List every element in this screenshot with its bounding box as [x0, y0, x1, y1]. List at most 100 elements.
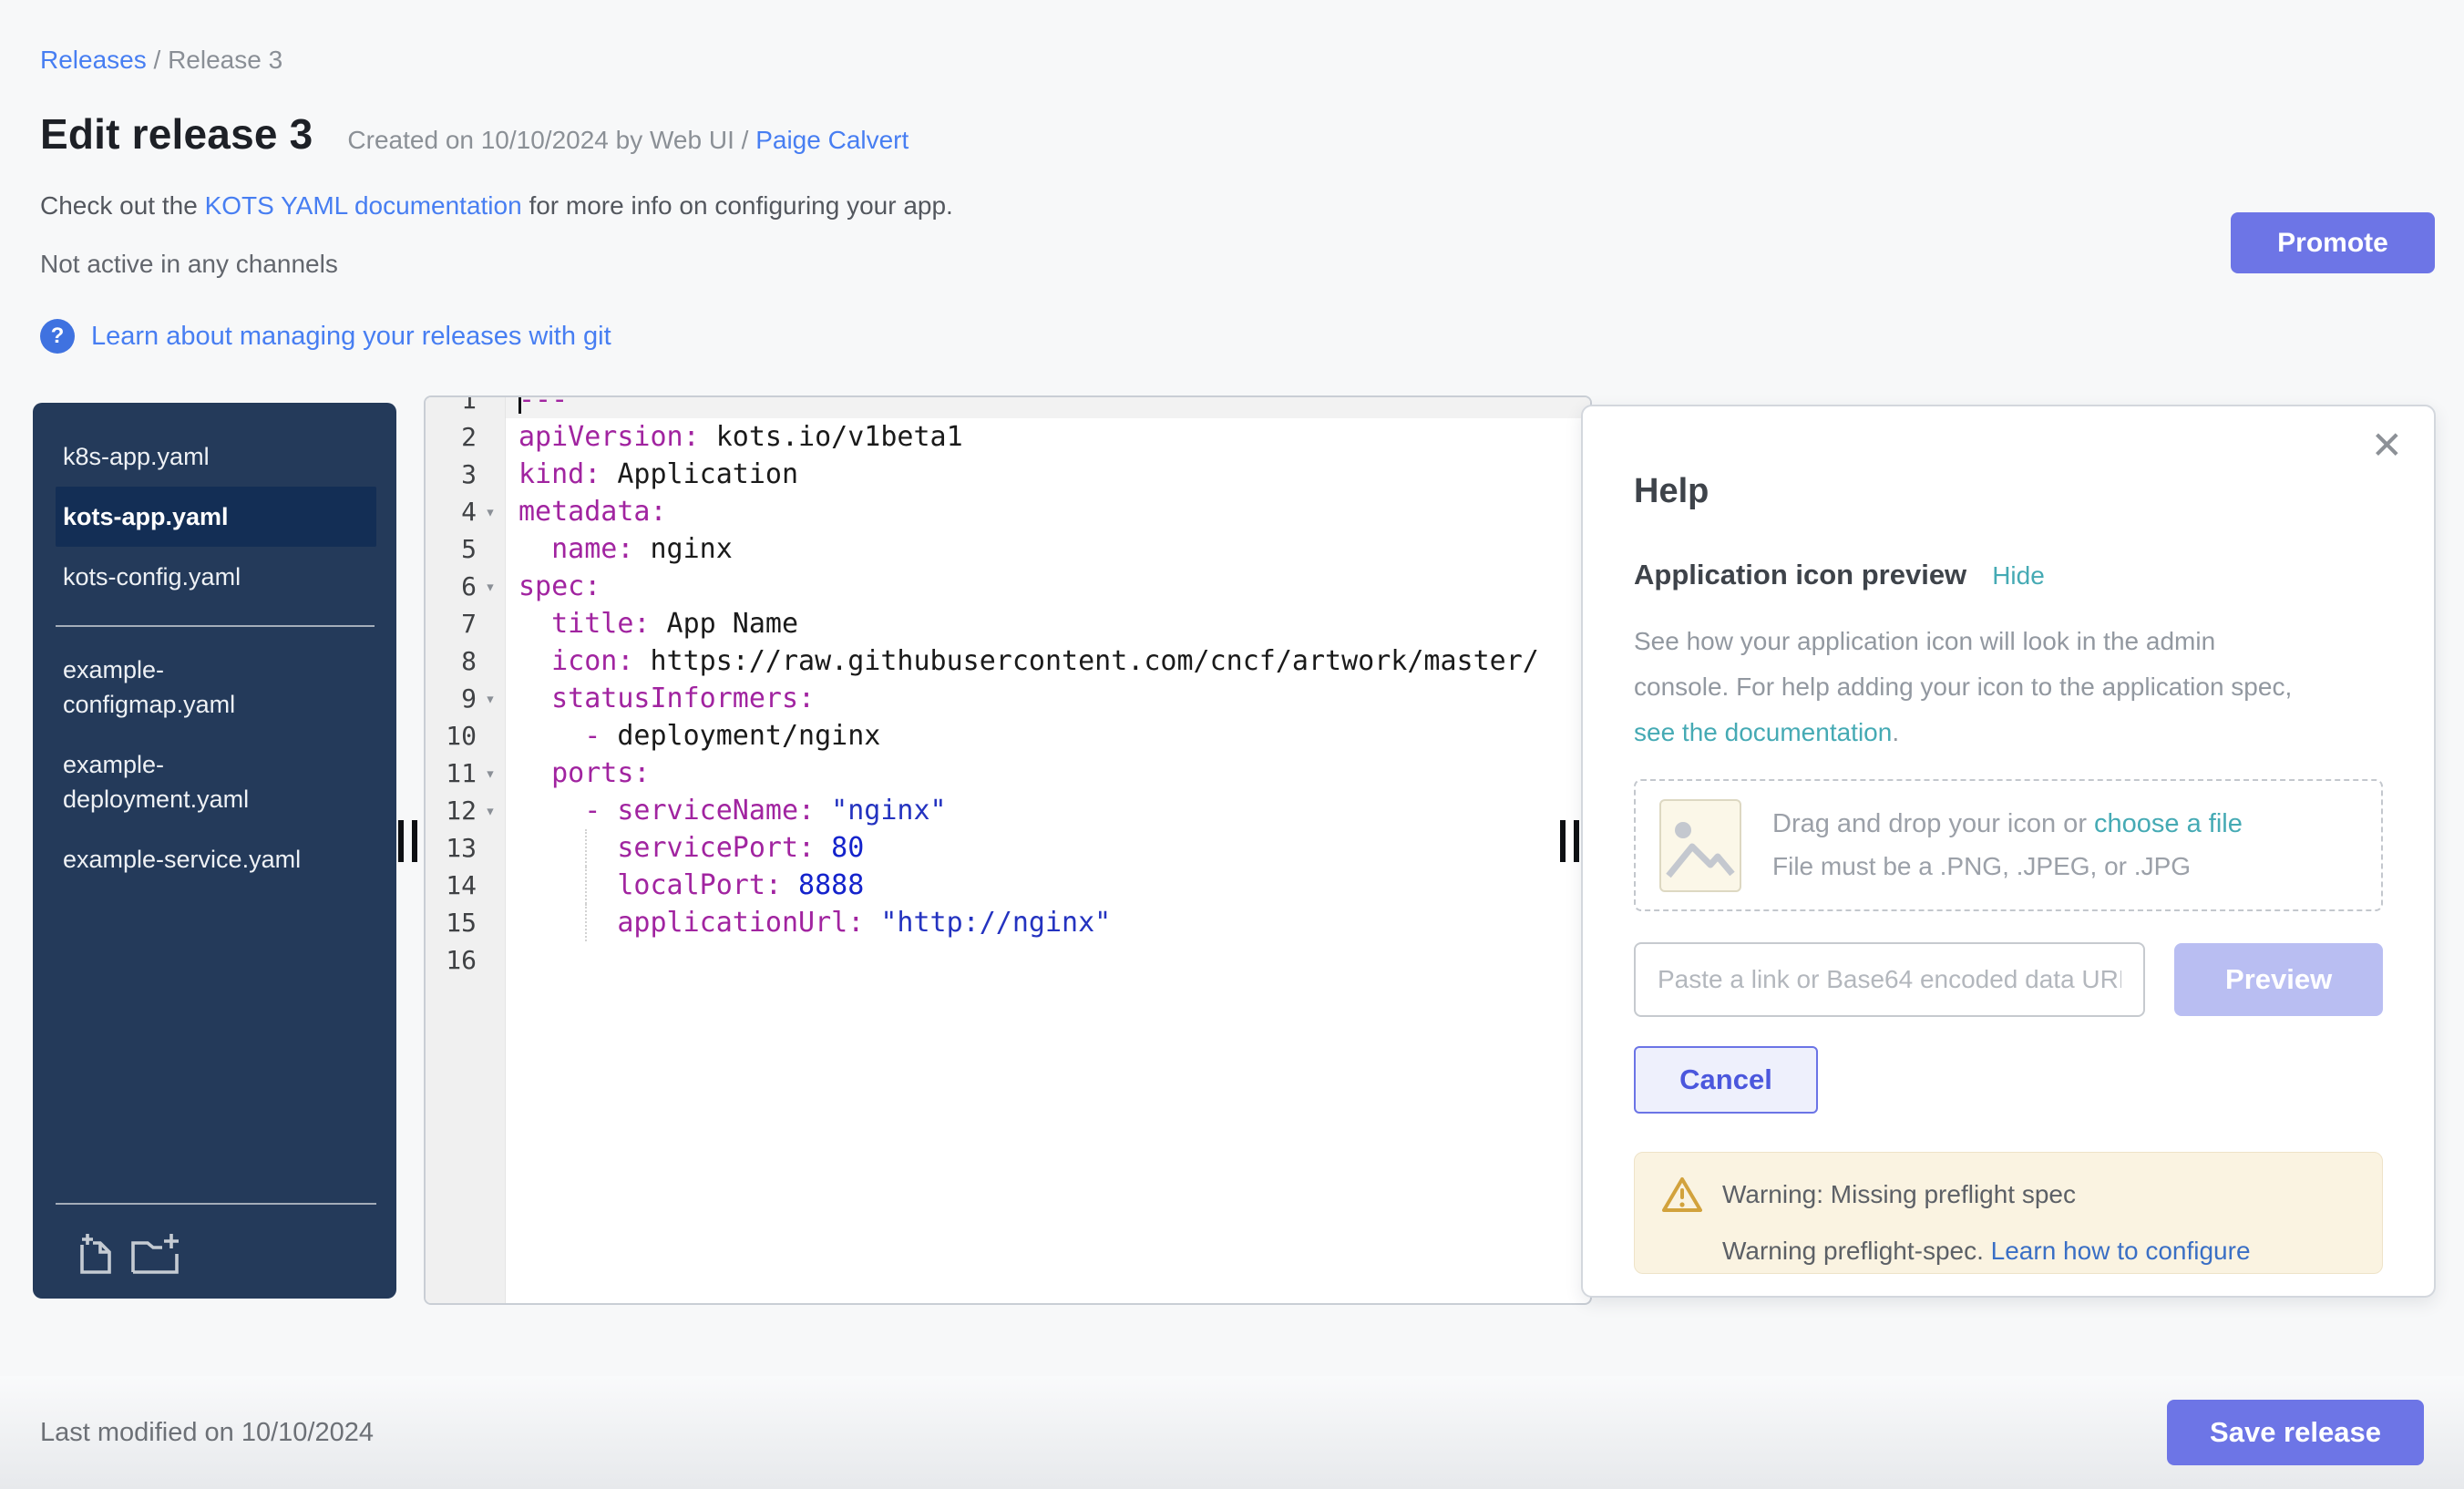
- dropzone-file-types: File must be a .PNG, .JPEG, or .JPG: [1772, 852, 2243, 881]
- choose-file-link[interactable]: choose a file: [2094, 809, 2243, 838]
- file-item[interactable]: kots-app.yaml: [56, 487, 376, 547]
- learn-configure-link[interactable]: Learn how to configure: [1991, 1237, 2251, 1265]
- code-token: [518, 832, 617, 864]
- gutter-cell: 3: [426, 459, 506, 489]
- code-line[interactable]: - deployment/nginx: [506, 717, 1590, 755]
- editor-line[interactable]: 4▾metadata:: [426, 493, 1590, 530]
- question-circle-icon[interactable]: ?: [40, 319, 75, 354]
- file-item[interactable]: k8s-app.yaml: [56, 426, 376, 487]
- image-placeholder-icon: [1659, 799, 1741, 892]
- code-token: "nginx": [815, 795, 947, 827]
- code-line[interactable]: ports:: [506, 755, 1590, 792]
- code-token: metadata:: [518, 496, 667, 528]
- file-list: k8s-app.yamlkots-app.yamlkots-config.yam…: [33, 403, 396, 889]
- fold-arrow-icon[interactable]: ▾: [477, 577, 504, 597]
- indent-guide: [585, 867, 587, 904]
- close-icon[interactable]: ✕: [2371, 423, 2403, 467]
- gutter-cell: 8: [426, 646, 506, 676]
- see-documentation-link[interactable]: see the documentation: [1634, 718, 1892, 746]
- code-line[interactable]: - serviceName: "nginx": [506, 792, 1590, 829]
- code-token: [518, 907, 617, 939]
- new-folder-icon: [131, 1265, 182, 1278]
- sidebar-divider: [56, 625, 375, 627]
- code-line[interactable]: metadata:: [506, 493, 1590, 530]
- save-release-button[interactable]: Save release: [2167, 1400, 2424, 1465]
- code-line[interactable]: title: App Name: [506, 605, 1590, 642]
- sidebar-editor-resize-handle[interactable]: [398, 820, 417, 862]
- icon-url-input[interactable]: [1634, 942, 2145, 1017]
- file-item[interactable]: example-service.yaml: [56, 829, 336, 889]
- fold-arrow-icon[interactable]: ▾: [477, 689, 504, 709]
- code-token: [518, 683, 551, 714]
- dropzone-text: Drag and drop your icon or choose a file: [1772, 809, 2243, 839]
- breadcrumb-releases-link[interactable]: Releases: [40, 46, 147, 74]
- yaml-editor[interactable]: 1---2apiVersion: kots.io/v1beta13kind: A…: [424, 395, 1592, 1305]
- code-token: spec:: [518, 570, 601, 602]
- gutter-cell: 14: [426, 870, 506, 900]
- footer-bar: Last modified on 10/10/2024 Save release: [0, 1376, 2464, 1489]
- code-line[interactable]: ---: [506, 395, 1590, 418]
- editor-line[interactable]: 12▾ - serviceName: "nginx": [426, 792, 1590, 829]
- code-line[interactable]: spec:: [506, 568, 1590, 605]
- help-title: Help: [1634, 472, 2383, 511]
- created-info: Created on 10/10/2024 by Web UI / Paige …: [347, 126, 909, 155]
- code-line[interactable]: kind: Application: [506, 456, 1590, 493]
- code-line[interactable]: apiVersion: kots.io/v1beta1: [506, 418, 1590, 456]
- new-folder-button[interactable]: [131, 1232, 182, 1278]
- code-line[interactable]: name: nginx: [506, 530, 1590, 568]
- editor-line[interactable]: 2apiVersion: kots.io/v1beta1: [426, 418, 1590, 456]
- editor-line[interactable]: 10 - deployment/nginx: [426, 717, 1590, 755]
- code-token: [518, 869, 617, 901]
- code-line[interactable]: applicationUrl: "http://nginx": [506, 904, 1590, 941]
- editor-line[interactable]: 15 applicationUrl: "http://nginx": [426, 904, 1590, 941]
- code-line[interactable]: [506, 941, 1590, 979]
- code-line[interactable]: statusInformers:: [506, 680, 1590, 717]
- editor-line[interactable]: 16: [426, 941, 1590, 979]
- code-token: servicePort:: [617, 832, 815, 864]
- code-line[interactable]: localPort: 8888: [506, 867, 1590, 904]
- file-item[interactable]: example-configmap.yaml: [56, 640, 336, 734]
- git-help-link[interactable]: Learn about managing your releases with …: [91, 322, 611, 352]
- preview-button[interactable]: Preview: [2174, 943, 2383, 1016]
- editor-line[interactable]: 7 title: App Name: [426, 605, 1590, 642]
- fold-arrow-icon[interactable]: ▾: [477, 764, 504, 784]
- fold-arrow-icon[interactable]: ▾: [477, 801, 504, 821]
- code-line[interactable]: icon: https://raw.githubusercontent.com/…: [506, 642, 1590, 680]
- file-sidebar: k8s-app.yamlkots-app.yamlkots-config.yam…: [33, 403, 396, 1299]
- promote-button[interactable]: Promote: [2231, 212, 2435, 273]
- file-item[interactable]: example-deployment.yaml: [56, 734, 336, 829]
- gutter-cell: 9▾: [426, 683, 506, 714]
- line-number: 14: [426, 870, 477, 900]
- last-modified-text: Last modified on 10/10/2024: [40, 1418, 374, 1448]
- editor-line[interactable]: 6▾ spec:: [426, 568, 1590, 605]
- gutter-cell: 6▾: [426, 571, 506, 601]
- editor-line[interactable]: 13 servicePort: 80: [426, 829, 1590, 867]
- new-file-button[interactable]: [73, 1232, 115, 1278]
- code-token: nginx: [633, 533, 732, 565]
- author-link[interactable]: Paige Calvert: [755, 126, 909, 154]
- kots-yaml-docs-link[interactable]: KOTS YAML documentation: [205, 191, 522, 220]
- hide-link[interactable]: Hide: [1992, 561, 2045, 590]
- code-token: name:: [551, 533, 633, 565]
- editor-line[interactable]: 8 icon: https://raw.githubusercontent.co…: [426, 642, 1590, 680]
- editor-line[interactable]: 11▾ ports:: [426, 755, 1590, 792]
- code-token: applicationUrl:: [617, 907, 864, 939]
- warning-triangle-icon: [1662, 1176, 1702, 1213]
- fold-arrow-icon[interactable]: ▾: [477, 502, 504, 522]
- editor-line[interactable]: 3kind: Application: [426, 456, 1590, 493]
- editor-line[interactable]: 14 localPort: 8888: [426, 867, 1590, 904]
- cancel-button[interactable]: Cancel: [1634, 1046, 1818, 1114]
- editor-help-resize-handle[interactable]: [1560, 820, 1579, 862]
- line-number: 5: [426, 534, 477, 564]
- editor-content[interactable]: 1---2apiVersion: kots.io/v1beta13kind: A…: [426, 395, 1590, 979]
- icon-dropzone[interactable]: Drag and drop your icon or choose a file…: [1634, 779, 2383, 911]
- code-line[interactable]: servicePort: 80: [506, 829, 1590, 867]
- warning-detail: Warning preflight-spec. Learn how to con…: [1722, 1237, 2355, 1266]
- editor-line[interactable]: 9▾ statusInformers:: [426, 680, 1590, 717]
- file-item[interactable]: kots-config.yaml: [56, 547, 376, 607]
- editor-line[interactable]: 1---: [426, 395, 1590, 418]
- icon-preview-title: Application icon preview: [1634, 559, 1966, 591]
- line-number: 11: [426, 758, 477, 788]
- code-token: kind:: [518, 458, 601, 490]
- editor-line[interactable]: 5 name: nginx: [426, 530, 1590, 568]
